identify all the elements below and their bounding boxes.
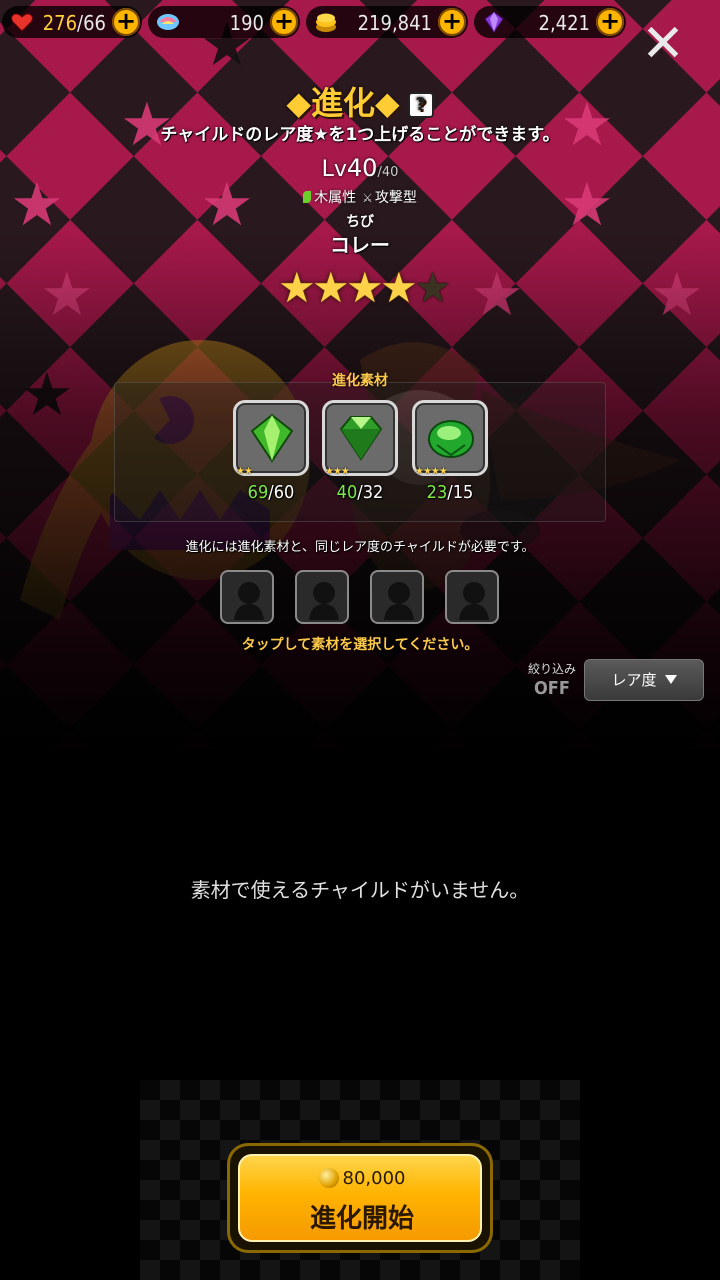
- gems-value: 190: [229, 11, 264, 35]
- page-title: ◆進化◆?: [0, 78, 720, 124]
- material-count: 40/32: [336, 482, 384, 503]
- gold-counter: 219,841 +: [306, 6, 468, 38]
- help-button[interactable]: ?: [407, 92, 434, 118]
- wood-attribute-icon: [303, 191, 312, 203]
- gold-value: 219,841: [357, 11, 432, 35]
- child-material-slot[interactable]: [370, 570, 424, 624]
- add-gold-button[interactable]: +: [438, 8, 466, 36]
- resource-bar: 276/66 + 190 + 219,841 + 2,421 +: [0, 4, 640, 42]
- gems-counter: 190 +: [148, 6, 300, 38]
- gold-coin-icon: [318, 1168, 339, 1188]
- filter-label: 絞り込み: [527, 662, 576, 676]
- evolution-cost: 80,000: [240, 1168, 484, 1189]
- empty-list-message: 素材で使えるチャイルドがいません。: [190, 878, 530, 902]
- gold-coin-icon: [316, 13, 336, 32]
- add-gems-button[interactable]: +: [270, 8, 298, 36]
- tap-instruction: タップして素材を選択してください。: [241, 637, 479, 653]
- rarity-star-empty-icon: ★: [414, 263, 452, 312]
- crossed-swords-icon: ⚔: [362, 191, 373, 205]
- stamina-counter: 276/66 +: [2, 6, 142, 38]
- stamina-current: 276: [42, 11, 78, 35]
- crystal-counter: 2,421 +: [474, 6, 626, 38]
- material-slot[interactable]: ★★★: [322, 400, 398, 477]
- material-slot[interactable]: ★★: [233, 400, 309, 477]
- material-count: 23/15: [426, 482, 474, 503]
- character-level: Lv40/40: [321, 154, 399, 182]
- add-crystal-button[interactable]: +: [596, 8, 624, 36]
- character-attributes: 木属性 ⚔ 攻撃型: [0, 187, 720, 207]
- child-silhouette-icon: [384, 582, 414, 620]
- sort-rarity-button[interactable]: レア度: [584, 659, 704, 701]
- requirement-note: 進化には進化素材と、同じレア度のチャイルドが必要です。: [185, 540, 535, 555]
- material-slot[interactable]: ★★★★: [412, 400, 488, 477]
- material-count: 69/60: [247, 482, 295, 503]
- green-gem-2star-icon: [250, 413, 294, 463]
- close-button[interactable]: ✕: [640, 18, 686, 70]
- character-name-ruby: ちび: [346, 214, 374, 230]
- character-name: コレー: [330, 233, 390, 257]
- child-silhouette-icon: [459, 582, 489, 620]
- dropdown-triangle-icon: [664, 675, 677, 684]
- green-gem-4star-icon: [428, 420, 474, 458]
- materials-label: 進化素材: [332, 373, 388, 389]
- child-silhouette-icon: [234, 582, 264, 620]
- child-material-slot[interactable]: [295, 570, 349, 624]
- attribute-label: 木属性: [314, 190, 357, 206]
- type-label: 攻撃型: [374, 190, 417, 206]
- add-stamina-button[interactable]: +: [112, 8, 140, 36]
- stamina-max: /66: [77, 11, 106, 35]
- child-material-slot[interactable]: [445, 570, 499, 624]
- heart-icon: [11, 13, 33, 32]
- filter-toggle[interactable]: OFF: [520, 678, 584, 699]
- green-gem-3star-icon: [339, 416, 383, 461]
- purple-crystal-icon: [484, 11, 504, 33]
- child-material-slot[interactable]: [220, 570, 274, 624]
- start-evolution-button[interactable]: 80,000 進化開始: [230, 1146, 490, 1250]
- child-silhouette-icon: [309, 582, 339, 620]
- page-subtitle: チャイルドのレア度★を1つ上げることができます。: [160, 125, 560, 145]
- start-evolution-label: 進化開始: [309, 1204, 414, 1234]
- rainbow-gem-icon: [157, 14, 179, 30]
- crystal-value: 2,421: [538, 11, 591, 35]
